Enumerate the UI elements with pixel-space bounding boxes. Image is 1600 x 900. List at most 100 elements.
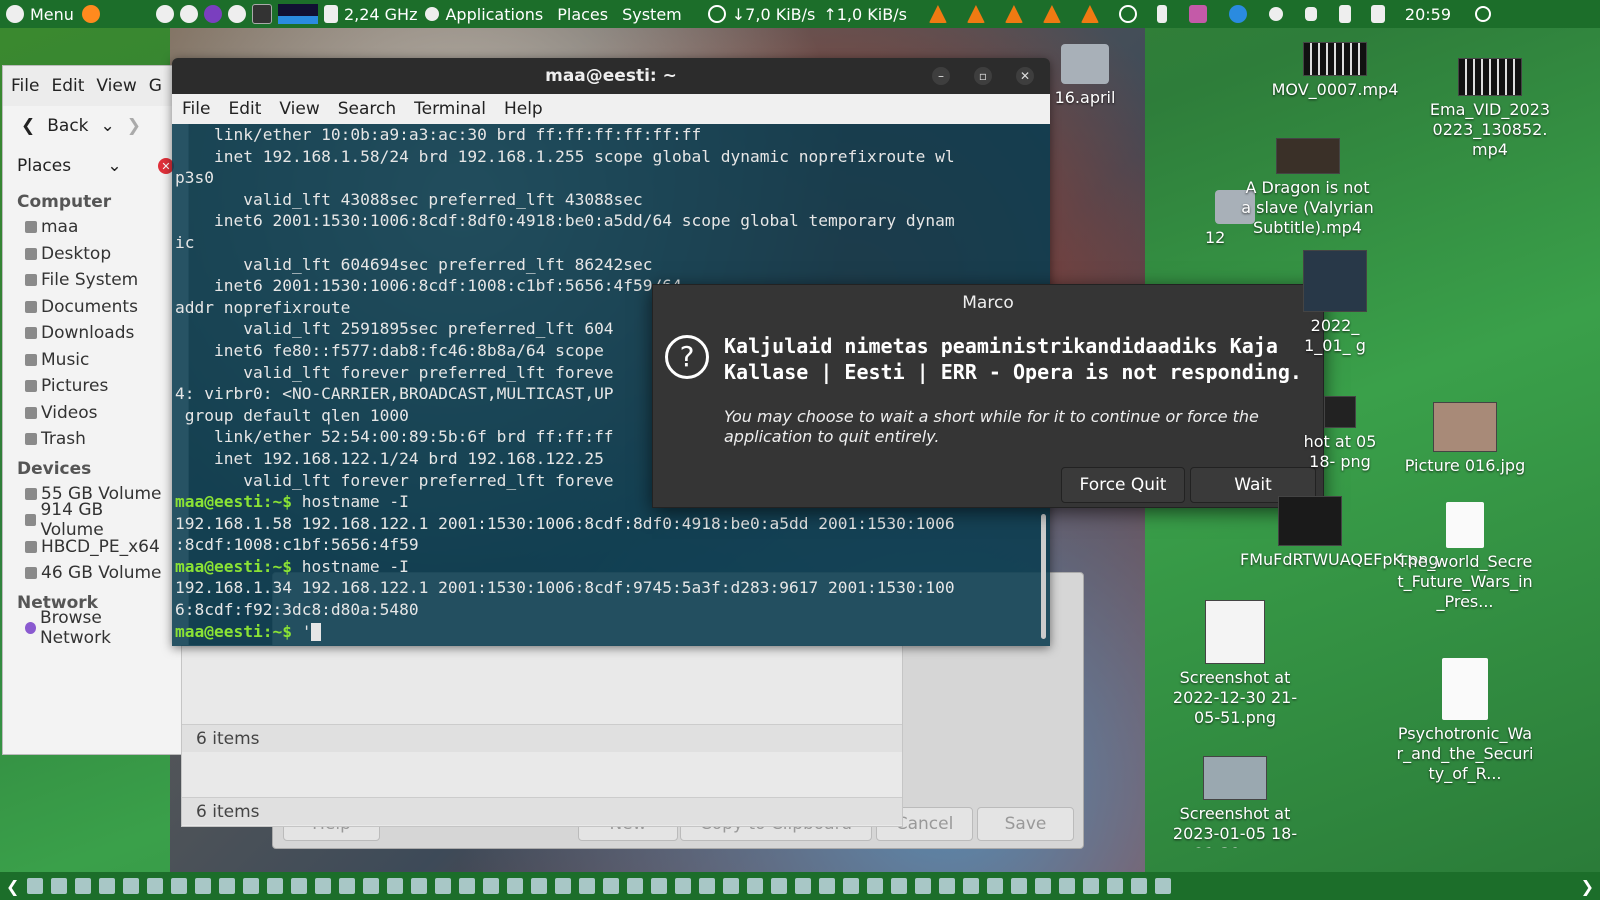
sidebar-place-item[interactable]: Desktop <box>3 241 188 268</box>
desktop-file-screenshot-2023[interactable]: Screenshot at 2023-01-05 18-21-39.png <box>1165 756 1305 848</box>
taskbar-window-button[interactable] <box>1011 878 1028 894</box>
sidebar-place-item[interactable]: Pictures <box>3 373 188 400</box>
taskbar-window-button[interactable] <box>939 878 956 894</box>
firefox-icon[interactable] <box>81 5 100 23</box>
desktop-folder-16april[interactable]: 16.april <box>1040 44 1130 108</box>
taskbar-window-button[interactable] <box>123 878 140 894</box>
taskbar-window-button[interactable] <box>387 878 404 894</box>
places-menu[interactable]: Places <box>557 5 608 24</box>
taskbar-window-button[interactable] <box>195 878 212 894</box>
taskbar-window-button[interactable] <box>795 878 812 894</box>
xbox-icon[interactable] <box>1118 5 1137 23</box>
wifi-icon[interactable] <box>707 5 726 23</box>
taskbar-window-button[interactable] <box>315 878 332 894</box>
save-button[interactable]: Save <box>977 807 1074 841</box>
network-icon[interactable] <box>1268 7 1283 21</box>
tor-icon[interactable] <box>203 5 222 23</box>
taskbar-window-button[interactable] <box>651 878 668 894</box>
fm-menu-go[interactable]: G <box>149 76 162 96</box>
taskbar-window-button[interactable] <box>1155 878 1172 894</box>
desktop-file-ema-vid[interactable]: Ema_VID_20230223_130852.mp4 <box>1425 58 1555 160</box>
places-dropdown[interactable]: Places <box>17 156 71 176</box>
taskbar-window-button[interactable] <box>963 878 980 894</box>
sidebar-place-item[interactable]: Downloads <box>3 320 188 347</box>
desktop-file-partial-shot[interactable]: hot at 05 18- png <box>1300 396 1380 472</box>
vlc-icon[interactable] <box>1004 5 1023 23</box>
taskbar-window-button[interactable] <box>819 878 836 894</box>
desktop-file-mov0007[interactable]: MOV_0007.mp4 <box>1265 42 1405 100</box>
sidebar-place-item[interactable]: Videos <box>3 400 188 427</box>
taskbar-window-button[interactable] <box>291 878 308 894</box>
sidebar-place-item[interactable]: Music <box>3 347 188 374</box>
chevron-down-icon[interactable]: ⌄ <box>107 156 121 176</box>
taskbar-window-button[interactable] <box>363 878 380 894</box>
menu-button[interactable]: Menu <box>6 5 74 24</box>
opera-icon[interactable] <box>227 5 246 23</box>
vlc-icon[interactable] <box>1080 5 1099 23</box>
applications-menu[interactable]: Applications <box>425 5 543 24</box>
settings-icon[interactable] <box>179 5 198 23</box>
battery-icon[interactable] <box>1338 5 1351 23</box>
sidebar-device-item[interactable]: 914 GB Volume <box>3 500 188 540</box>
taskbar-window-button[interactable] <box>507 878 524 894</box>
chevron-down-icon[interactable]: ⌄ <box>101 116 115 136</box>
taskbar-window-button[interactable] <box>435 878 452 894</box>
desktop-file-dragon[interactable]: A Dragon is not a slave (Valyrian Subtit… <box>1240 138 1375 238</box>
fm-menu-edit[interactable]: Edit <box>51 76 84 96</box>
maximize-icon[interactable]: ▫ <box>974 67 992 85</box>
taskbar-window-button[interactable] <box>1035 878 1052 894</box>
close-icon[interactable]: ✕ <box>1016 67 1034 85</box>
taskbar-window-button[interactable] <box>171 878 188 894</box>
vlc-icon[interactable] <box>928 5 947 23</box>
taskbar-window-button[interactable] <box>627 878 644 894</box>
volume-icon[interactable] <box>1370 5 1385 23</box>
taskbar-window-button[interactable] <box>675 878 692 894</box>
taskbar-window-button[interactable] <box>147 878 164 894</box>
taskbar-window-button[interactable] <box>1059 878 1076 894</box>
taskbar-window-button[interactable] <box>51 878 68 894</box>
taskbar-window-button[interactable] <box>219 878 236 894</box>
power-icon[interactable] <box>1475 6 1492 22</box>
notifications-icon[interactable] <box>1304 7 1317 21</box>
accessibility-icon[interactable] <box>155 5 174 23</box>
taskbar-window-button[interactable] <box>843 878 860 894</box>
desktop-file-partial-2022[interactable]: 2022_ 1_01_ g <box>1290 250 1380 356</box>
desktop-file-the-world[interactable]: The_world_Secret_Future_Wars_in_Pres... <box>1395 502 1535 612</box>
desktop-file-picture016[interactable]: Picture 016.jpg <box>1395 402 1535 476</box>
desktop-file-psychotronic[interactable]: Psychotronic_War_and_the_Security_of_R..… <box>1395 658 1535 784</box>
sidebar-place-item[interactable]: maa <box>3 214 188 241</box>
taskbar-window-button[interactable] <box>99 878 116 894</box>
taskbar-window-button[interactable] <box>603 878 620 894</box>
back-button[interactable]: Back <box>47 116 88 136</box>
term-menu-file[interactable]: File <box>182 99 210 119</box>
taskbar-window-button[interactable] <box>699 878 716 894</box>
term-menu-edit[interactable]: Edit <box>228 99 261 119</box>
clock[interactable]: 20:59 <box>1405 5 1451 24</box>
screen-icon[interactable] <box>1188 5 1207 23</box>
desktop-file-fmufd[interactable]: FMuFdRTWUAQEFpK.png <box>1240 496 1439 570</box>
term-menu-help[interactable]: Help <box>504 99 543 119</box>
chevron-left-icon[interactable]: ❮ <box>6 877 19 896</box>
term-menu-view[interactable]: View <box>279 99 319 119</box>
chrome-icon[interactable] <box>1228 5 1247 23</box>
taskbar-window-button[interactable] <box>1107 878 1124 894</box>
force-quit-button[interactable]: Force Quit <box>1061 467 1185 503</box>
system-menu[interactable]: System <box>622 5 682 24</box>
chevron-right-icon[interactable]: ❯ <box>1581 877 1594 896</box>
network-item[interactable]: Browse Network <box>3 608 188 648</box>
taskbar-window-button[interactable] <box>339 878 356 894</box>
fm-menu-file[interactable]: File <box>11 76 39 96</box>
terminal-launcher-icon[interactable] <box>251 4 272 24</box>
taskbar-window-button[interactable] <box>747 878 764 894</box>
vlc-icon[interactable] <box>966 5 985 23</box>
taskbar-window-button[interactable] <box>267 878 284 894</box>
taskbar-window-button[interactable] <box>483 878 500 894</box>
back-arrow-icon[interactable]: ❮ <box>21 116 35 136</box>
taskbar-window-button[interactable] <box>867 878 884 894</box>
taskbar-window-button[interactable] <box>891 878 908 894</box>
taskbar-window-button[interactable] <box>411 878 428 894</box>
taskbar-window-button[interactable] <box>75 878 92 894</box>
taskbar-window-button[interactable] <box>723 878 740 894</box>
taskbar-window-button[interactable] <box>555 878 572 894</box>
taskbar-window-button[interactable] <box>1131 878 1148 894</box>
